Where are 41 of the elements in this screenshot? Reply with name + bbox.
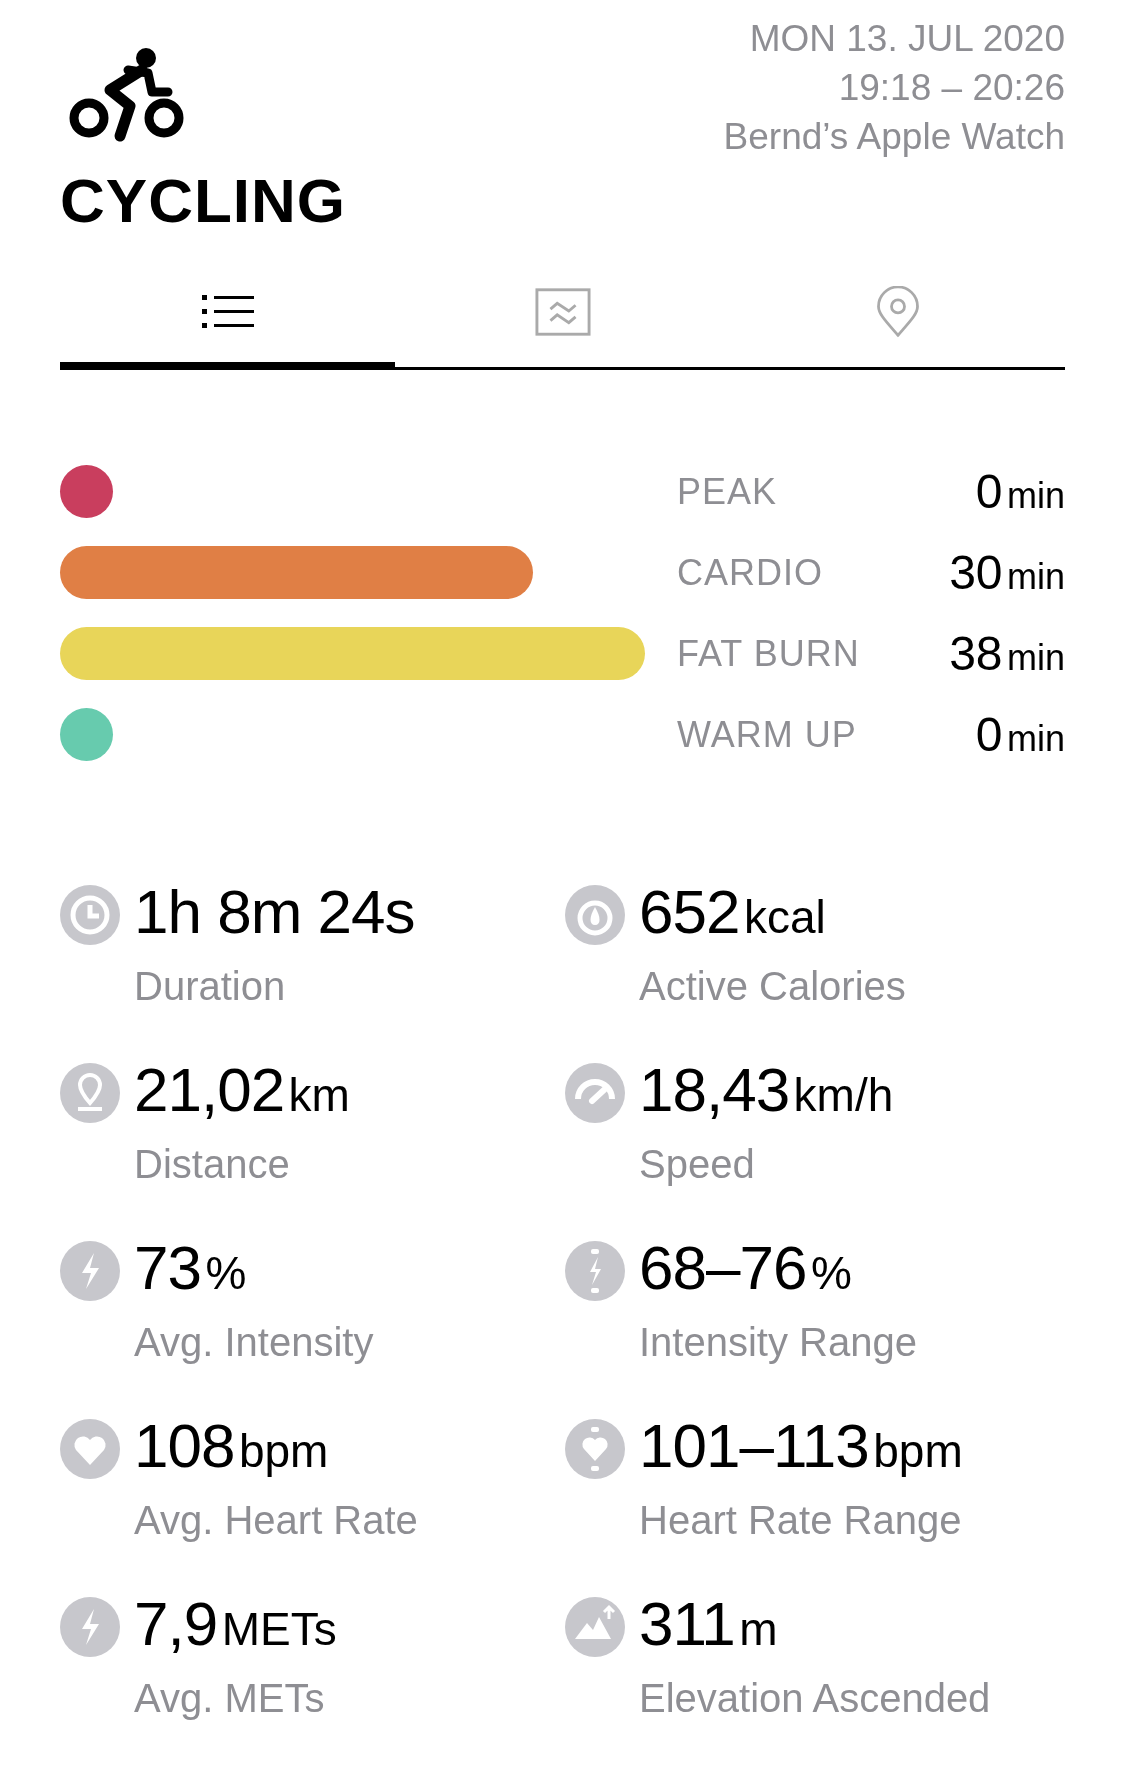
lightning-icon [60, 1597, 120, 1657]
heart-range-icon [565, 1419, 625, 1479]
stat-value: 1h 8m 24s [134, 879, 415, 948]
workout-date: MON 13. JUL 2020 [749, 17, 1065, 61]
zone-duration: 30 min [948, 545, 1065, 600]
zone-duration: 38 min [948, 626, 1065, 681]
location-pin-icon [60, 1063, 120, 1123]
stat-label: Intensity Range [639, 1319, 917, 1366]
stat-value: 21,02km [134, 1057, 350, 1126]
stat-value: 68–76% [639, 1235, 853, 1304]
zone-name: CARDIO [677, 551, 824, 594]
workout-time: 19:18 – 20:26 [838, 66, 1065, 110]
stat-value: 101–113bpm [639, 1413, 963, 1482]
zone-name: FAT BURN [677, 632, 861, 675]
workout-title: CYCLING [60, 170, 346, 232]
stat-value: 18,43km/h [639, 1057, 894, 1126]
stat-label: Avg. Intensity [134, 1319, 374, 1366]
stat-value: 652kcal [639, 879, 827, 948]
stat-label: Distance [134, 1141, 291, 1188]
zone-name: PEAK [677, 470, 779, 513]
lightning-range-icon [565, 1241, 625, 1301]
stat-label: Speed [639, 1141, 756, 1188]
stat-label: Elevation Ascended [639, 1675, 991, 1722]
speedometer-icon [565, 1063, 625, 1123]
stat-value: 7,9METs [134, 1591, 337, 1660]
chart-icon [534, 286, 591, 338]
zone-name: WARM UP [677, 713, 858, 756]
stat-label: Avg. METs [134, 1675, 326, 1722]
stat-label: Duration [134, 963, 287, 1010]
mountain-icon [565, 1597, 625, 1657]
stat-label: Heart Rate Range [639, 1497, 963, 1544]
device-name: Bernd’s Apple Watch [723, 115, 1065, 159]
lightning-icon [60, 1241, 120, 1301]
clock-icon [60, 885, 120, 945]
stat-value: 311m [639, 1591, 779, 1660]
stat-label: Avg. Heart Rate [134, 1497, 418, 1544]
zone-duration: 0 min [974, 707, 1065, 762]
stat-value: 73% [134, 1235, 248, 1304]
zone-duration: 0 min [974, 464, 1065, 519]
stat-value: 108bpm [134, 1413, 330, 1482]
stat-label: Active Calories [639, 963, 906, 1010]
